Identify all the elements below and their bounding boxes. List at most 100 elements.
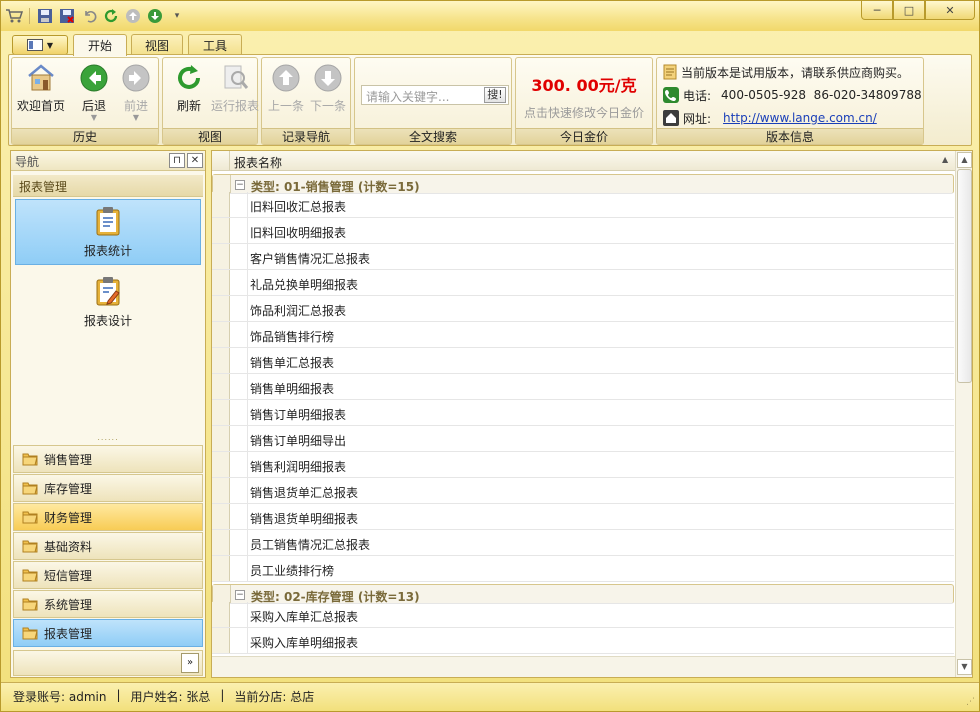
row-indicator[interactable]: [213, 585, 231, 603]
table-row[interactable]: 销售订单明细导出: [212, 426, 954, 452]
row-indicator[interactable]: [212, 556, 230, 581]
table-row[interactable]: 员工销售情况汇总报表: [212, 530, 954, 556]
table-row[interactable]: 采购入库单汇总报表: [212, 602, 954, 628]
nav-group-sms-label: 短信管理: [44, 568, 93, 583]
table-row[interactable]: 销售订单明细报表: [212, 400, 954, 426]
row-indicator[interactable]: [212, 628, 230, 653]
up-icon[interactable]: [124, 7, 142, 25]
pin-button[interactable]: ⊓: [169, 153, 185, 168]
row-indicator[interactable]: [212, 270, 230, 295]
undo-icon[interactable]: [80, 7, 98, 25]
table-row[interactable]: 礼品兑换单明细报表: [212, 270, 954, 296]
nav-group-sales[interactable]: 销售管理: [13, 445, 203, 473]
table-row[interactable]: 销售单明细报表: [212, 374, 954, 400]
tab-home[interactable]: 开始: [73, 34, 127, 56]
site-link[interactable]: http://www.lange.com.cn/: [723, 111, 877, 125]
table-row[interactable]: 采购入库单明细报表: [212, 628, 954, 654]
report-grid: 报表名称 ▲ − 类型: 01-销售管理 (计数=15) 旧料回收汇总报表 旧料回收明…: [211, 150, 973, 678]
back-button[interactable]: 后退 ▼: [72, 62, 116, 126]
group-gold-price[interactable]: 300. 00元/克 点击快速修改今日金价 今日金价: [515, 57, 653, 145]
row-indicator[interactable]: [212, 192, 230, 217]
down-icon[interactable]: [146, 7, 164, 25]
status-account: 登录账号: admin: [13, 690, 107, 704]
nav-group-sms[interactable]: 短信管理: [13, 561, 203, 589]
row-indicator[interactable]: [213, 175, 231, 193]
nav-group-finance[interactable]: 财务管理: [13, 503, 203, 531]
nav-item-report-design[interactable]: 报表设计: [15, 269, 201, 335]
chevron-down-icon[interactable]: ▼: [91, 114, 97, 122]
nav-group-basic-data[interactable]: 基础资料: [13, 532, 203, 560]
nav-group-reports[interactable]: 报表管理: [13, 619, 203, 647]
back-icon: [78, 62, 110, 94]
table-row[interactable]: 旧料回收汇总报表: [212, 192, 954, 218]
tab-tools[interactable]: 工具: [188, 34, 242, 55]
row-indicator[interactable]: [212, 322, 230, 347]
search-input[interactable]: 请输入关键字... 搜!: [361, 85, 509, 105]
report-name-cell: 饰品销售排行榜: [250, 330, 335, 344]
resize-grip-icon[interactable]: ⋰: [966, 697, 975, 707]
gold-price-hint[interactable]: 点击快速修改今日金价: [516, 104, 652, 121]
prev-record-button[interactable]: 上一条: [264, 62, 308, 126]
nav-splitter[interactable]: ......: [13, 434, 203, 443]
nav-close-button[interactable]: ✕: [187, 153, 203, 168]
more-groups-button[interactable]: »: [181, 653, 199, 673]
forward-button[interactable]: 前进 ▼: [114, 62, 158, 126]
table-row[interactable]: 饰品利润汇总报表: [212, 296, 954, 322]
nav-title: 导航: [15, 155, 40, 169]
cart-icon[interactable]: [5, 7, 23, 25]
table-row[interactable]: 员工业绩排行榜: [212, 556, 954, 582]
group-row[interactable]: − 类型: 02-库存管理 (计数=13): [212, 584, 954, 604]
row-indicator[interactable]: [212, 244, 230, 269]
table-row[interactable]: 销售退货单明细报表: [212, 504, 954, 530]
customize-icon[interactable]: ▾: [168, 7, 186, 25]
scroll-up-icon[interactable]: ▲: [957, 152, 972, 168]
refresh-button[interactable]: 刷新: [167, 62, 211, 126]
close-button[interactable]: ✕: [925, 1, 975, 20]
scroll-thumb[interactable]: [957, 169, 972, 383]
chevron-down-icon: ▼: [46, 40, 54, 50]
group-indent: [230, 504, 248, 529]
search-button[interactable]: 搜!: [484, 87, 506, 103]
next-record-button[interactable]: 下一条: [306, 62, 350, 126]
row-indicator[interactable]: [212, 478, 230, 503]
collapse-icon[interactable]: −: [235, 590, 245, 600]
nav-group-inventory[interactable]: 库存管理: [13, 474, 203, 502]
table-row[interactable]: 销售退货单汇总报表: [212, 478, 954, 504]
scroll-down-icon[interactable]: ▼: [957, 659, 972, 675]
group-row[interactable]: − 类型: 01-销售管理 (计数=15): [212, 174, 954, 194]
nav-group-system[interactable]: 系统管理: [13, 590, 203, 618]
welcome-home-button[interactable]: 欢迎首页: [15, 62, 67, 126]
table-row[interactable]: 销售利润明细报表: [212, 452, 954, 478]
maximize-button[interactable]: □: [893, 1, 925, 20]
horizontal-scrollbar[interactable]: [212, 656, 955, 677]
minimize-button[interactable]: ─: [861, 1, 893, 20]
table-row[interactable]: 客户销售情况汇总报表: [212, 244, 954, 270]
row-indicator[interactable]: [212, 504, 230, 529]
nav-section-title: 报表管理: [13, 175, 203, 197]
row-indicator[interactable]: [212, 218, 230, 243]
table-row[interactable]: 饰品销售排行榜: [212, 322, 954, 348]
gold-price-value[interactable]: 300. 00元/克: [516, 72, 652, 96]
row-indicator[interactable]: [212, 296, 230, 321]
app-menu-button[interactable]: ▼: [12, 35, 68, 55]
collapse-icon[interactable]: −: [235, 180, 245, 190]
row-indicator[interactable]: [212, 374, 230, 399]
row-indicator[interactable]: [212, 530, 230, 555]
row-indicator[interactable]: [212, 400, 230, 425]
column-header-report-name[interactable]: 报表名称: [234, 154, 282, 171]
save-icon[interactable]: [36, 7, 54, 25]
save-close-icon[interactable]: [58, 7, 76, 25]
table-row[interactable]: 旧料回收明细报表: [212, 218, 954, 244]
refresh-icon[interactable]: [102, 7, 120, 25]
row-indicator[interactable]: [212, 602, 230, 627]
group-record-nav: 上一条 下一条 记录导航: [261, 57, 351, 145]
chevron-down-icon[interactable]: ▼: [133, 114, 139, 122]
nav-item-report-stats[interactable]: 报表统计: [15, 199, 201, 265]
row-indicator[interactable]: [212, 348, 230, 373]
row-indicator[interactable]: [212, 426, 230, 451]
row-indicator[interactable]: [212, 452, 230, 477]
table-row[interactable]: 销售单汇总报表: [212, 348, 954, 374]
run-report-button[interactable]: 运行报表: [211, 62, 259, 126]
tab-view[interactable]: 视图: [131, 34, 183, 55]
vertical-scrollbar[interactable]: ▲ ▼: [955, 151, 972, 677]
